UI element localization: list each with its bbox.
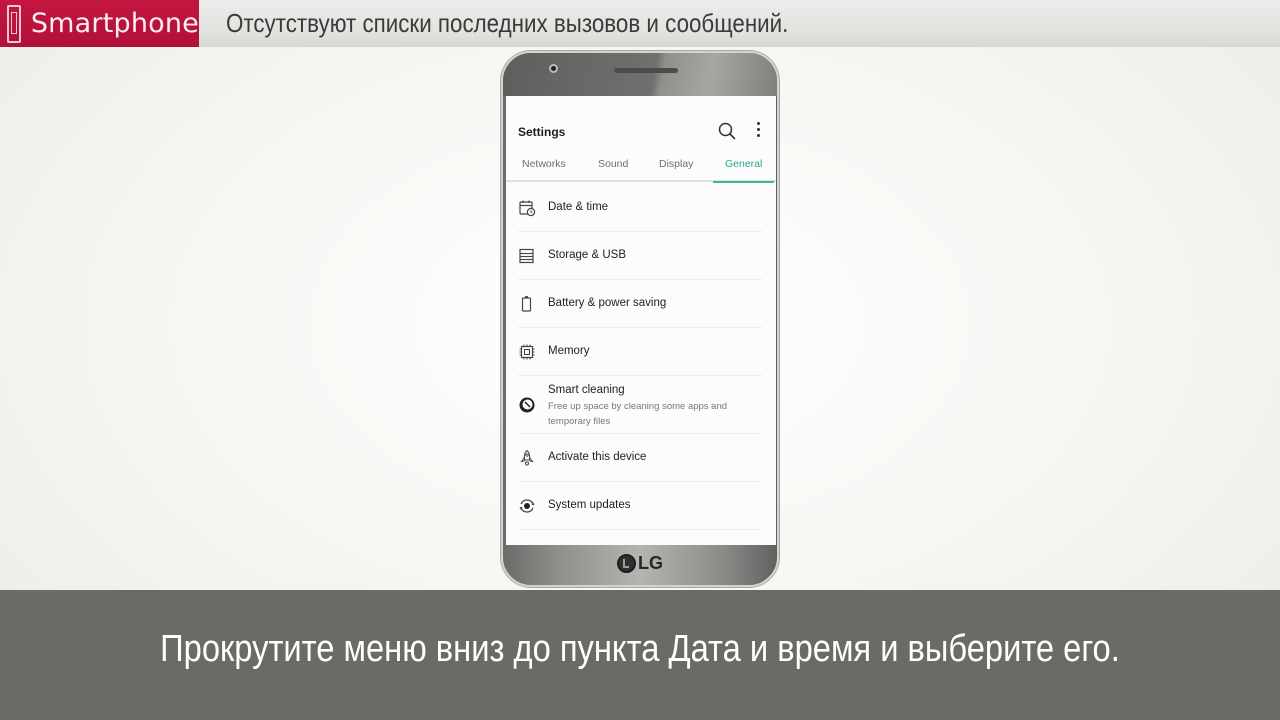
item-label: System updates bbox=[548, 499, 631, 511]
tab-bar: Networks Sound Display General bbox=[506, 156, 776, 183]
instruction-bar: Прокрутите меню вниз до пункта Дата и вр… bbox=[0, 590, 1280, 720]
phone-screen: Settings Networks Sound Display General bbox=[506, 96, 776, 545]
list-item-storage-usb[interactable]: Storage & USB bbox=[506, 232, 776, 280]
calendar-clock-icon bbox=[519, 200, 536, 217]
more-vert-icon[interactable] bbox=[757, 122, 761, 138]
item-label: Memory bbox=[548, 345, 590, 357]
list-item-smart-cleaning[interactable]: Smart cleaning Free up space by cleaning… bbox=[506, 376, 776, 434]
list-item-activate-device[interactable]: Activate this device bbox=[506, 434, 776, 482]
settings-header: Settings Networks Sound Display General bbox=[506, 96, 776, 183]
item-label: Smart cleaning bbox=[548, 384, 625, 396]
brand-tab: Smartphone bbox=[0, 0, 199, 47]
page-title: Settings bbox=[518, 125, 566, 139]
tab-sound[interactable]: Sound bbox=[598, 158, 628, 180]
settings-list: Date & time Storage & USB Battery & powe… bbox=[506, 184, 776, 530]
phone-bottom-bezel: LG bbox=[503, 543, 777, 585]
instruction-text: Прокрутите меню вниз до пункта Дата и вр… bbox=[160, 628, 1120, 670]
memory-chip-icon bbox=[519, 344, 535, 360]
top-banner: Smartphone Отсутствуют списки последних … bbox=[0, 0, 1280, 47]
lg-logo: LG bbox=[617, 553, 663, 574]
smartphone-icon bbox=[7, 4, 21, 43]
list-item-date-time[interactable]: Date & time bbox=[506, 184, 776, 232]
earpiece-speaker bbox=[614, 68, 678, 73]
phone-frame: Settings Networks Sound Display General bbox=[501, 51, 779, 587]
tab-networks[interactable]: Networks bbox=[522, 158, 566, 180]
phone-top-bezel bbox=[503, 53, 777, 97]
battery-icon bbox=[521, 296, 532, 312]
lg-logo-icon bbox=[617, 554, 636, 573]
item-subtitle: Free up space by cleaning some apps and … bbox=[548, 401, 728, 427]
item-label: Battery & power saving bbox=[548, 297, 667, 309]
item-label: Activate this device bbox=[548, 451, 647, 463]
front-camera bbox=[549, 64, 558, 73]
system-update-icon bbox=[519, 499, 535, 513]
rocket-icon bbox=[520, 449, 534, 466]
smart-cleaning-icon bbox=[519, 397, 535, 413]
list-item-system-updates[interactable]: System updates bbox=[506, 482, 776, 530]
item-label: Storage & USB bbox=[548, 249, 626, 261]
list-item-battery[interactable]: Battery & power saving bbox=[506, 280, 776, 328]
item-label: Date & time bbox=[548, 201, 609, 213]
search-icon[interactable] bbox=[718, 122, 736, 140]
brand-label: Smartphone bbox=[30, 8, 199, 39]
storage-icon bbox=[519, 248, 534, 264]
tab-general[interactable]: General bbox=[712, 158, 775, 183]
list-item-memory[interactable]: Memory bbox=[506, 328, 776, 376]
top-caption: Отсутствуют списки последних вызовов и с… bbox=[226, 8, 789, 38]
tab-display[interactable]: Display bbox=[659, 158, 693, 180]
lg-logo-text: LG bbox=[638, 553, 663, 573]
